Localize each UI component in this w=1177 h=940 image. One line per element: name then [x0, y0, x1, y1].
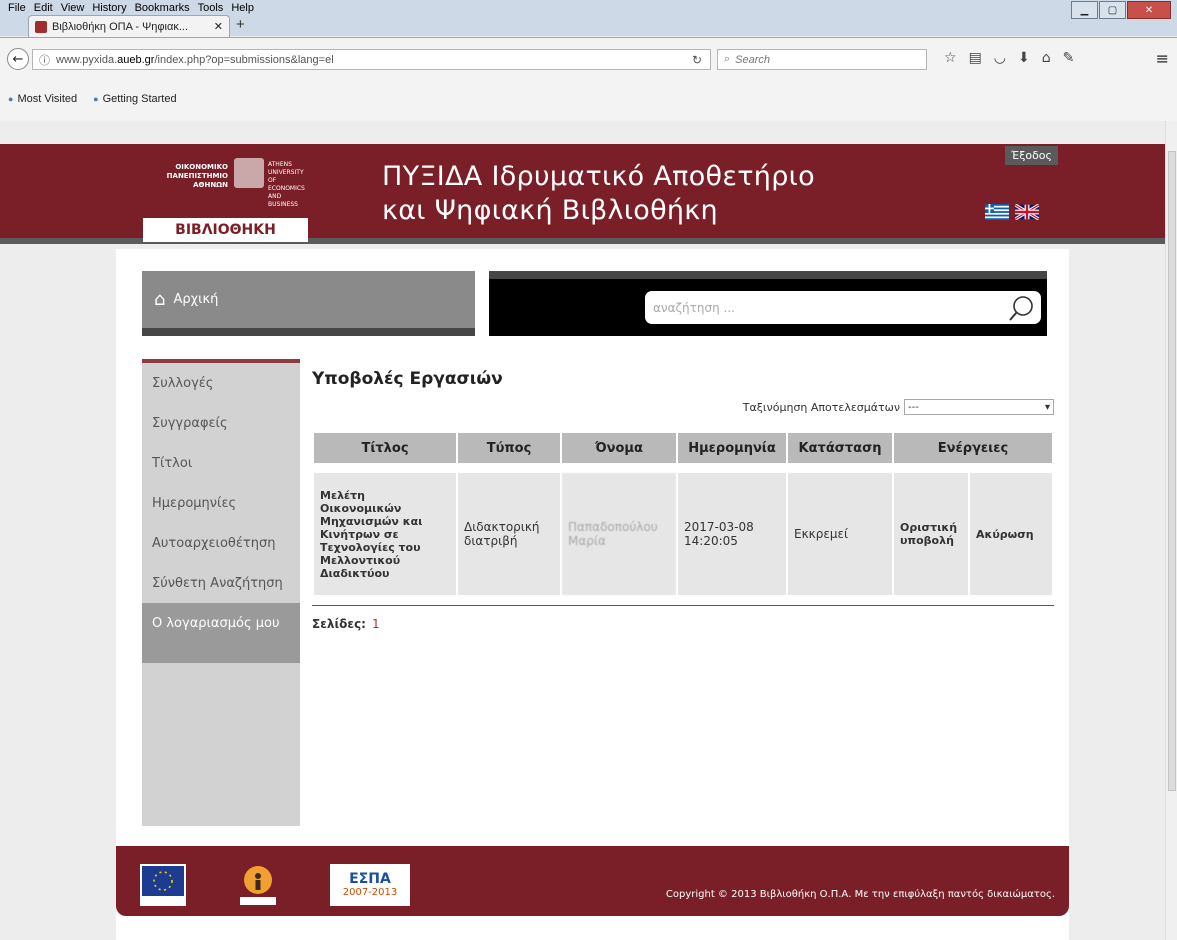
sidebar-item-dates[interactable]: Ημερομηνίες [142, 483, 300, 523]
sidebar-item-advanced-search[interactable]: Σύνθετη Αναζήτηση [142, 563, 300, 603]
greek-flag-icon[interactable] [985, 204, 1009, 220]
site-footer: ΕΣΠΑ 2007-2013 Copyright © 2013 Βιβλιοθή… [116, 846, 1069, 916]
bookmark-getting-started[interactable]: Getting Started [93, 93, 177, 105]
bookmarks-toolbar: Most Visited Getting Started [8, 93, 177, 105]
search-icon: ⌕ [724, 53, 731, 65]
sidebar-item-collections[interactable]: Συλλογές [142, 363, 300, 403]
sort-select[interactable]: --- ▾ [904, 399, 1054, 415]
reload-icon[interactable]: ↻ [692, 53, 702, 67]
sort-control: Ταξινόμηση Αποτελεσμάτων --- ▾ [743, 399, 1054, 415]
site-title-line2: και Ψηφιακή Βιβλιοθήκη [382, 195, 718, 226]
column-header-actions: Ενέργειες [894, 433, 1052, 463]
url-path: /index.php?op=submissions&lang=el [154, 53, 334, 66]
back-arrow-icon[interactable]: ← [7, 48, 29, 70]
bookmark-most-visited[interactable]: Most Visited [8, 93, 77, 105]
page-link-1[interactable]: 1 [372, 617, 380, 631]
close-tab-icon[interactable]: ✕ [214, 20, 223, 33]
new-tab-button[interactable]: + [236, 16, 245, 33]
window-controls: ▁ ▢ ✕ [1070, 1, 1171, 19]
home-link[interactable]: ⌂ Αρχική [142, 271, 475, 336]
page-title: Υποβολές Εργασιών [312, 369, 503, 389]
espa-label: ΕΣΠΑ [349, 871, 391, 887]
table-header-row: Τίτλος Τύπος Όνομα Ημερομηνία Κατάσταση … [314, 433, 1052, 463]
site-header: ΟΙΚΟΝΟΜΙΚΟ ΠΑΝΕΠΙΣΤΗΜΙΟ ΑΘΗΝΩΝ ATHENS UN… [0, 144, 1165, 244]
uk-flag-icon[interactable] [1015, 204, 1039, 220]
espa-years: 2007-2013 [342, 887, 398, 898]
browser-search-placeholder: Search [735, 53, 771, 66]
bookmark-star-icon[interactable]: ☆ [944, 50, 957, 66]
sidebar-item-my-account[interactable]: Ο λογαριασμός μου [142, 603, 300, 663]
digital-convergence-logo [232, 864, 284, 906]
espa-logo: ΕΣΠΑ 2007-2013 [330, 864, 410, 906]
info-icon[interactable]: ⓘ [39, 52, 50, 68]
cell-status: Εκκρεμεί [788, 473, 892, 595]
university-emblem-icon [234, 158, 264, 188]
eu-logo [140, 864, 186, 906]
cell-date: 2017-03-08 14:20:05 [678, 473, 786, 595]
url-domain: aueb.gr [117, 53, 155, 66]
table-row: Μελέτη Οικονομικών Μηχανισμών και Κινήτρ… [314, 473, 1052, 595]
pagination: Σελίδες: 1 [312, 617, 380, 631]
url-bar[interactable]: ⓘ www.pyxida. aueb.gr/index.php?op=submis… [32, 49, 711, 70]
menu-file[interactable]: File [4, 0, 30, 18]
cell-title: Μελέτη Οικονομικών Μηχανισμών και Κινήτρ… [314, 473, 456, 595]
column-header-status: Κατάσταση [788, 433, 892, 463]
minimize-icon[interactable]: ▁ [1071, 1, 1098, 19]
eu-stars-icon [142, 866, 184, 904]
page-viewport: ΟΙΚΟΝΟΜΙΚΟ ΠΑΝΕΠΙΣΤΗΜΙΟ ΑΘΗΝΩΝ ATHENS UN… [0, 121, 1165, 940]
sidebar-item-authors[interactable]: Συγγραφείς [142, 403, 300, 443]
hamburger-menu-icon[interactable]: ≡ [1156, 49, 1169, 68]
sort-label: Ταξινόμηση Αποτελεσμάτων [742, 400, 900, 414]
home-icon[interactable]: ⌂ [1042, 50, 1051, 66]
url-prefix: www.pyxida. [56, 53, 118, 66]
sidebar: Συλλογές Συγγραφείς Τίτλοι Ημερομηνίες Α… [142, 359, 300, 826]
library-label[interactable]: ΒΙΒΛΙΟΘΗΚΗ [143, 218, 308, 242]
university-name-gr: ΟΙΚΟΝΟΜΙΚΟ ΠΑΝΕΠΙΣΤΗΜΙΟ ΑΘΗΝΩΝ [166, 163, 228, 189]
browser-navbar: ← ⓘ www.pyxida. aueb.gr/index.php?op=subm… [0, 37, 1177, 121]
site-title-line1: ΠΥΞΙΔΑ Ιδρυματικό Αποθετήριο [382, 161, 815, 192]
home-icon: ⌂ [154, 289, 166, 310]
submissions-table: Τίτλος Τύπος Όνομα Ημερομηνία Κατάσταση … [312, 431, 1054, 597]
extension-icon[interactable]: ✎ [1063, 50, 1075, 66]
scrollbar-thumb[interactable] [1168, 151, 1176, 791]
pages-label: Σελίδες: [312, 617, 366, 631]
site-search-input[interactable] [645, 291, 1041, 324]
copyright-text: Copyright © 2013 Βιβλιοθήκη Ο.Π.Α. Με τη… [665, 889, 1055, 900]
reading-list-icon[interactable]: ▤ [969, 50, 982, 66]
logout-button[interactable]: Έξοδος [1005, 146, 1058, 165]
browser-search-input[interactable]: ⌕ Search [717, 49, 927, 70]
search-icon[interactable] [1007, 295, 1035, 323]
table-divider [312, 605, 1054, 606]
pocket-icon[interactable]: ◡ [994, 50, 1006, 66]
site-search-box [489, 271, 1047, 336]
download-icon[interactable]: ⬇ [1018, 50, 1030, 66]
tab-title: Βιβλιοθήκη ΟΠΑ - Ψηφιακ... [52, 20, 188, 33]
final-submit-link[interactable]: Οριστική υποβολή [894, 473, 968, 595]
sidebar-item-self-archiving[interactable]: Αυτοαρχειοθέτηση [142, 523, 300, 563]
page-scrollbar[interactable] [1165, 121, 1177, 940]
cell-type: Διδακτορική διατριβή [458, 473, 560, 595]
table-spacer [314, 465, 1052, 471]
cell-name: Παπαδοπούλου Μαρία [562, 473, 676, 595]
cancel-link[interactable]: Ακύρωση [970, 473, 1052, 595]
favicon-icon [35, 20, 47, 33]
column-header-date: Ημερομηνία [678, 433, 786, 463]
close-window-icon[interactable]: ✕ [1127, 1, 1171, 19]
university-logo[interactable]: ΟΙΚΟΝΟΜΙΚΟ ΠΑΝΕΠΙΣΤΗΜΙΟ ΑΘΗΝΩΝ ATHENS UN… [140, 156, 312, 210]
maximize-icon[interactable]: ▢ [1099, 1, 1126, 19]
column-header-type: Τύπος [458, 433, 560, 463]
site-title: ΠΥΞΙΔΑ Ιδρυματικό Αποθετήριο και Ψηφιακή… [382, 160, 815, 228]
home-label: Αρχική [173, 292, 219, 307]
language-switcher [985, 204, 1039, 220]
toolbar-icons: ☆ ▤ ◡ ⬇ ⌂ ✎ [944, 50, 1074, 66]
info-person-icon [240, 866, 276, 905]
sidebar-item-titles[interactable]: Τίτλοι [142, 443, 300, 483]
column-header-name: Όνομα [562, 433, 676, 463]
university-name-en: ATHENS UNIVERSITY OF ECONOMICS AND BUSIN… [268, 161, 305, 208]
content-panel: ⌂ Αρχική Συλλογές Συγγραφείς Τίτλοι Ημερ… [116, 249, 1069, 940]
column-header-title: Τίτλος [314, 433, 456, 463]
browser-tab[interactable]: Βιβλιοθήκη ΟΠΑ - Ψηφιακ... ✕ [28, 15, 230, 37]
sort-value: --- [908, 401, 919, 413]
chevron-down-icon: ▾ [1044, 401, 1050, 413]
